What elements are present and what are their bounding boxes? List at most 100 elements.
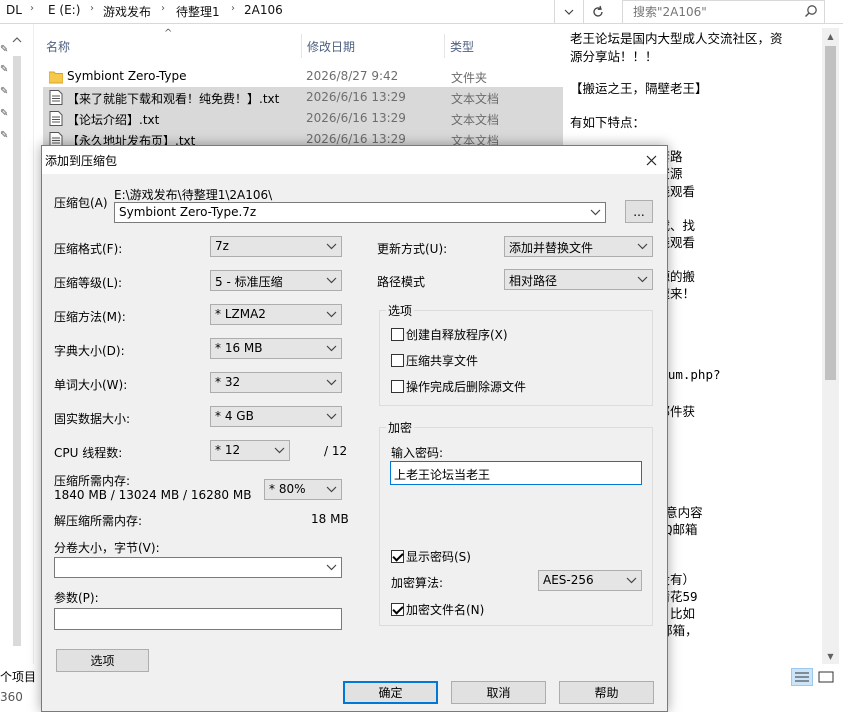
- scroll-up-icon[interactable]: ▲: [822, 28, 839, 44]
- scroll-thumb[interactable]: [825, 46, 836, 380]
- update-mode-select[interactable]: 添加并替换文件: [504, 236, 653, 257]
- file-type: 文件夹: [451, 71, 488, 85]
- cpu-value: * 12: [215, 443, 241, 457]
- encryption-group-title: 加密: [386, 419, 415, 436]
- chevron-down-icon: [564, 9, 573, 15]
- checkbox-box[interactable]: [391, 328, 404, 341]
- address-dropdown-button[interactable]: [554, 0, 582, 24]
- preview-scrollbar[interactable]: ▲ ▼: [822, 28, 839, 664]
- encrypt-names-label: 加密文件名(N): [406, 603, 485, 617]
- status-extra: 360: [0, 690, 23, 704]
- breadcrumb-current[interactable]: 2A106: [244, 3, 283, 17]
- column-header-date[interactable]: 修改日期: [307, 38, 355, 55]
- dialog-title-bar[interactable]: 添加到压缩包: [42, 146, 667, 174]
- memory-select[interactable]: * 80%: [264, 479, 342, 500]
- memory-label: 压缩所需内存:: [54, 474, 131, 488]
- file-row[interactable]: 【论坛介绍】.txt 2026/6/16 13:29 文本文档: [43, 108, 563, 129]
- shared-files-checkbox[interactable]: 压缩共享文件: [391, 352, 478, 369]
- password-value[interactable]: 上老王论坛当老王: [394, 466, 490, 483]
- encryption-method-label: 加密算法:: [391, 576, 444, 590]
- solid-value: * 4 GB: [215, 409, 254, 423]
- nav-scrollbar[interactable]: [10, 36, 24, 656]
- file-date: 2026/8/27 9:42: [306, 69, 399, 83]
- sort-ascending-icon: ^: [164, 28, 173, 39]
- chevron-down-icon: [326, 379, 337, 386]
- breadcrumb-separator: ›: [161, 3, 165, 14]
- file-row[interactable]: Symbiont Zero-Type 2026/8/27 9:42 文件夹: [43, 66, 563, 87]
- breadcrumb-folder-1[interactable]: 游戏发布: [103, 3, 151, 20]
- format-select[interactable]: 7z: [210, 236, 342, 257]
- text-file-icon: [49, 111, 63, 126]
- archive-label: 压缩包(A): [54, 196, 108, 210]
- ok-button[interactable]: 确定: [343, 681, 438, 704]
- add-to-archive-dialog[interactable]: 添加到压缩包 压缩包(A) E:\游戏发布\待整理1\2A106\ Symbio…: [41, 145, 668, 712]
- pin-icon: ✎: [0, 86, 9, 97]
- dict-select[interactable]: * 16 MB: [210, 338, 342, 359]
- column-header-name[interactable]: 名称: [46, 38, 70, 55]
- password-input[interactable]: 上老王论坛当老王: [390, 461, 642, 485]
- update-mode-label: 更新方式(U):: [377, 242, 448, 256]
- refresh-button[interactable]: [583, 0, 611, 24]
- thumbnail-view-button[interactable]: [815, 668, 837, 686]
- close-icon: [646, 155, 656, 165]
- format-value: 7z: [215, 239, 229, 253]
- chevron-down-icon: [326, 564, 337, 571]
- dialog-title: 添加到压缩包: [45, 154, 118, 168]
- sfx-checkbox-label: 创建自释放程序(X): [406, 328, 508, 342]
- column-divider[interactable]: [444, 34, 445, 58]
- column-divider[interactable]: [301, 34, 302, 58]
- cpu-select[interactable]: * 12: [210, 440, 290, 461]
- scroll-down-icon[interactable]: ▼: [822, 648, 839, 664]
- search-icon[interactable]: [804, 4, 818, 18]
- options-group-title: 选项: [386, 302, 415, 319]
- help-button[interactable]: 帮助: [559, 681, 654, 704]
- details-view-button[interactable]: [791, 668, 813, 686]
- preview-text-line: 有如下特点：: [570, 115, 646, 130]
- method-select[interactable]: * LZMA2: [210, 304, 342, 325]
- search-input[interactable]: [631, 2, 801, 22]
- decompress-memory-label: 解压缩所需内存:: [54, 514, 143, 528]
- breadcrumb-separator: ›: [90, 3, 94, 14]
- params-input[interactable]: [54, 608, 342, 630]
- level-label: 压缩等级(L):: [54, 276, 123, 290]
- dict-label: 字典大小(D):: [54, 344, 125, 358]
- encrypt-names-checkbox[interactable]: 加密文件名(N): [391, 601, 484, 618]
- params-label: 参数(P):: [54, 591, 99, 605]
- archive-path: E:\游戏发布\待整理1\2A106\: [114, 188, 273, 202]
- archive-name-value[interactable]: Symbiont Zero-Type.7z: [119, 205, 256, 219]
- volume-combo[interactable]: [54, 557, 342, 578]
- search-box[interactable]: [622, 0, 825, 24]
- delete-source-checkbox[interactable]: 操作完成后删除源文件: [391, 378, 526, 395]
- chevron-down-icon: [326, 486, 337, 493]
- close-button[interactable]: [638, 149, 664, 171]
- browse-button[interactable]: ...: [625, 200, 653, 223]
- word-select[interactable]: * 32: [210, 372, 342, 393]
- dict-value: * 16 MB: [215, 341, 263, 355]
- method-value: * LZMA2: [215, 307, 266, 321]
- file-date: 2026/6/16 13:29: [306, 132, 406, 146]
- cancel-button[interactable]: 取消: [451, 681, 546, 704]
- path-mode-select[interactable]: 相对路径: [504, 269, 653, 290]
- show-password-checkbox[interactable]: 显示密码(S): [391, 548, 471, 565]
- level-select[interactable]: 5 - 标准压缩: [210, 270, 342, 291]
- breadcrumb-dl[interactable]: DL: [6, 3, 22, 17]
- details-view-icon: [795, 672, 809, 682]
- column-header-type[interactable]: 类型: [450, 38, 474, 55]
- file-date: 2026/6/16 13:29: [306, 111, 406, 125]
- chevron-down-icon: [590, 209, 601, 216]
- breadcrumb-folder-2[interactable]: 待整理1: [176, 3, 220, 20]
- checkbox-box[interactable]: [391, 603, 404, 616]
- sfx-checkbox[interactable]: 创建自释放程序(X): [391, 326, 508, 343]
- text-file-icon: [49, 90, 63, 105]
- archive-name-combo[interactable]: Symbiont Zero-Type.7z: [114, 202, 606, 223]
- checkbox-box[interactable]: [391, 380, 404, 393]
- checkbox-box[interactable]: [391, 550, 404, 563]
- options-button[interactable]: 选项: [56, 649, 149, 672]
- checkbox-box[interactable]: [391, 354, 404, 367]
- file-row[interactable]: 【来了就能下载和观看！纯免费！】.txt 2026/6/16 13:29 文本文…: [43, 87, 563, 108]
- encryption-method-select[interactable]: AES-256: [538, 570, 642, 591]
- solid-select[interactable]: * 4 GB: [210, 406, 342, 427]
- breadcrumb-drive[interactable]: E (E:): [48, 3, 80, 17]
- preview-text-line: 老王论坛是国内大型成人交流社区，资: [570, 31, 783, 46]
- preview-text-line: 源分享站！！！: [570, 49, 658, 64]
